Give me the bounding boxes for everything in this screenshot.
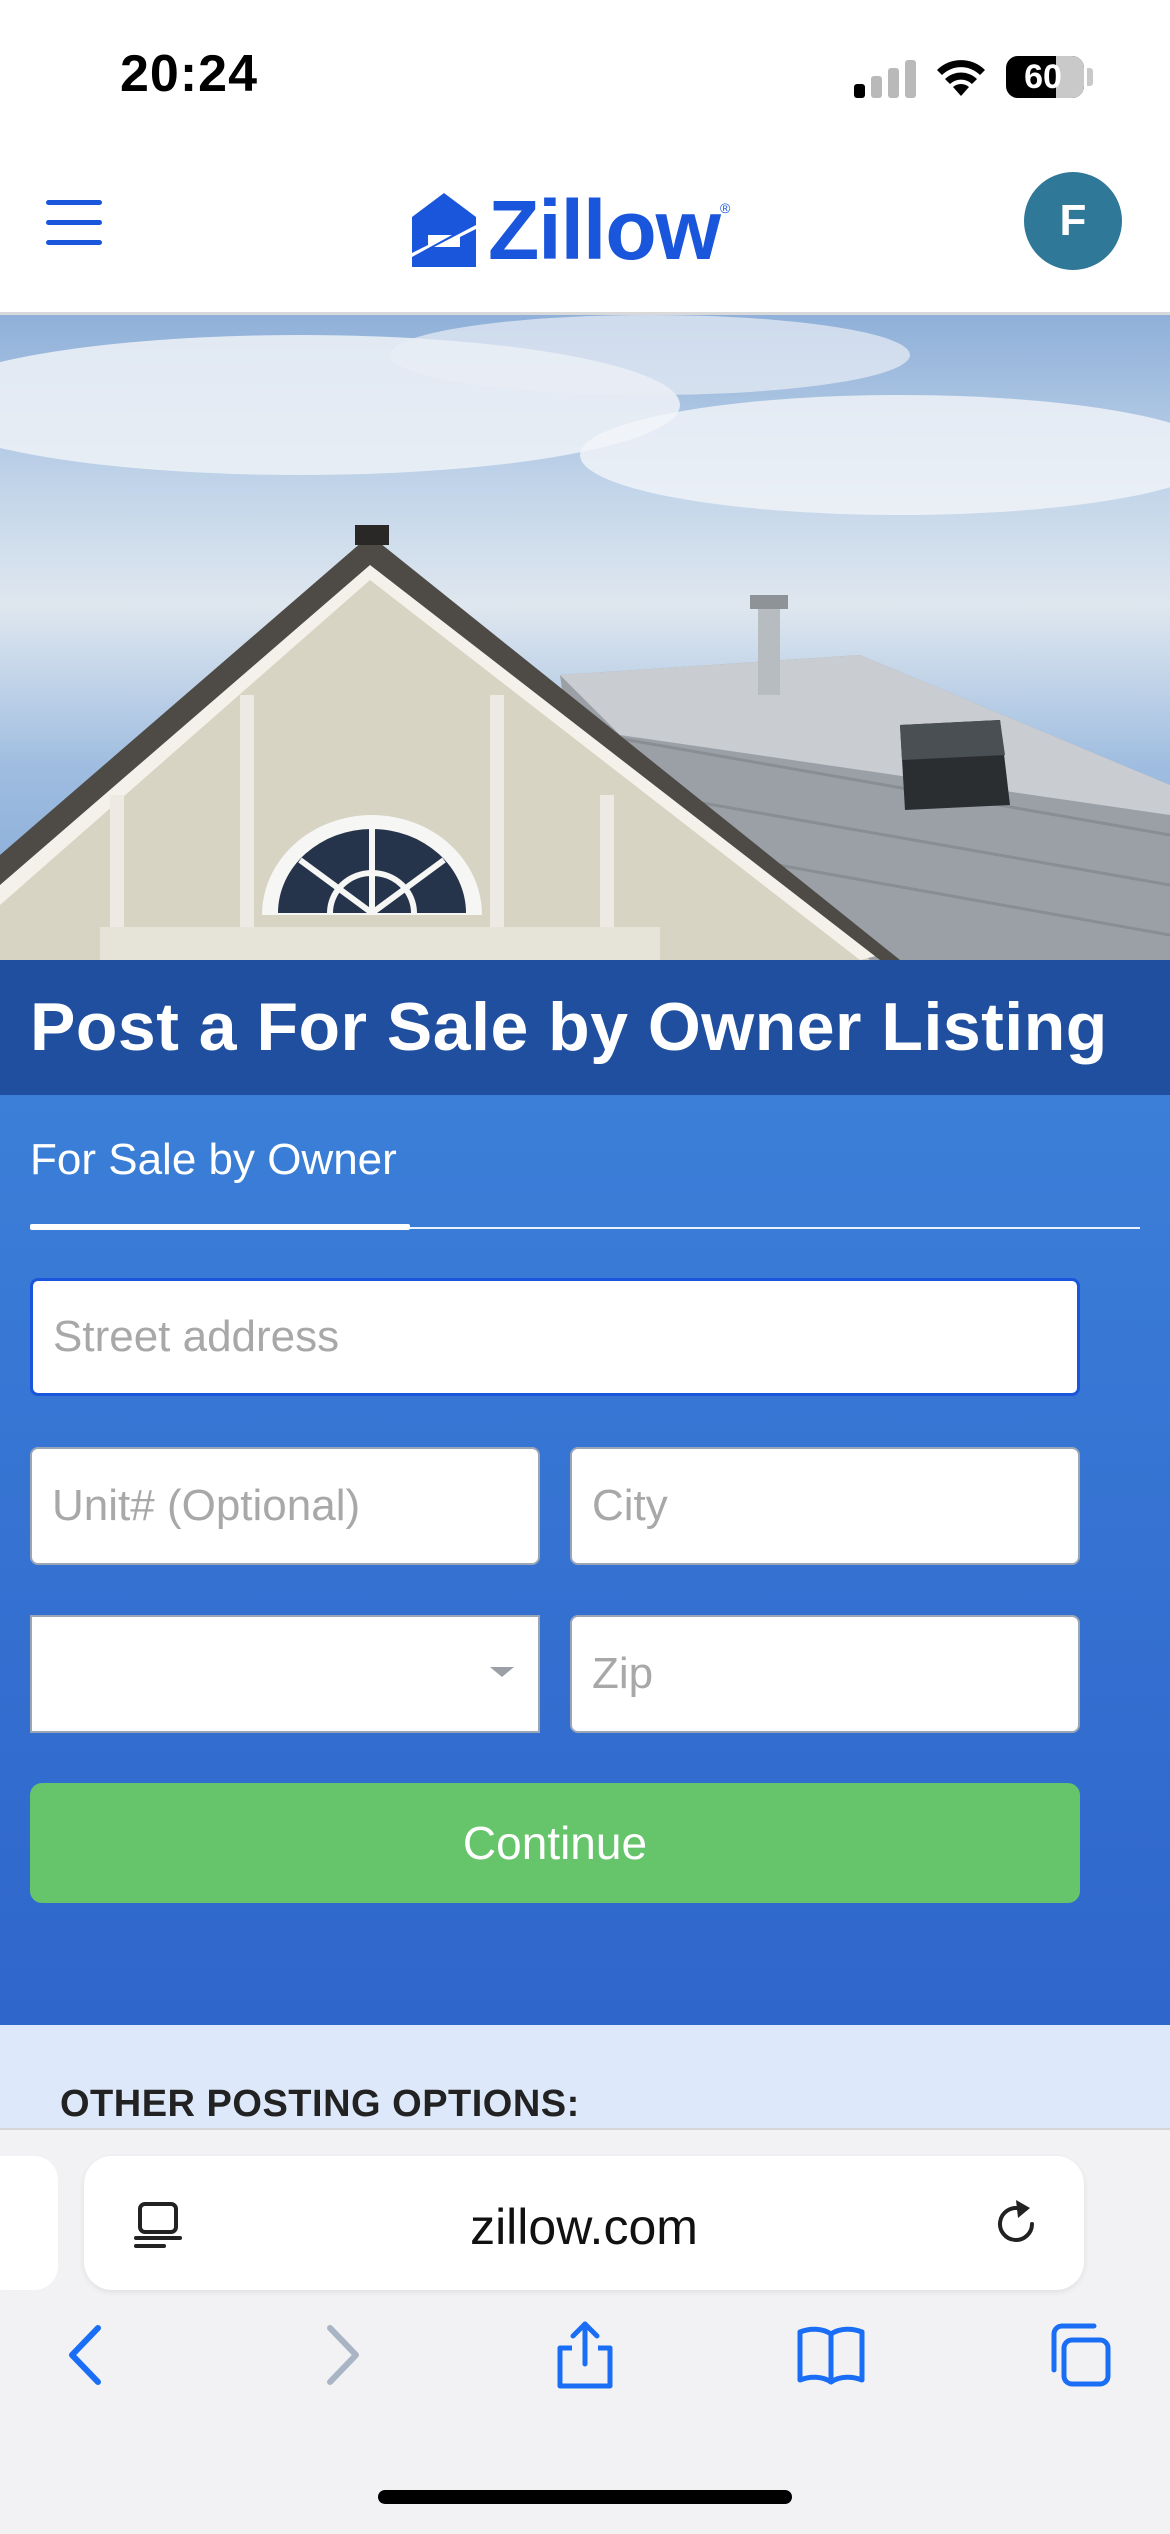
zip-input[interactable] xyxy=(572,1617,1078,1731)
battery-icon: 60 xyxy=(1006,56,1084,98)
back-icon[interactable] xyxy=(52,2320,122,2390)
user-avatar[interactable]: F xyxy=(1024,172,1122,270)
city-input[interactable] xyxy=(572,1449,1078,1563)
unit-input[interactable] xyxy=(32,1449,538,1563)
other-posting-options: OTHER POSTING OPTIONS: xyxy=(0,2025,1170,2130)
wifi-icon xyxy=(937,60,985,96)
battery-level: 60 xyxy=(1024,58,1062,96)
unit-field[interactable] xyxy=(30,1447,540,1565)
street-address-field[interactable] xyxy=(30,1278,1080,1396)
zillow-logo[interactable]: Zillow ® xyxy=(410,180,730,280)
hamburger-menu-icon[interactable] xyxy=(46,200,104,246)
zip-field[interactable] xyxy=(570,1615,1080,1733)
previous-tab-preview[interactable] xyxy=(0,2156,58,2290)
page-title-band: Post a For Sale by Owner Listing xyxy=(0,960,1170,1095)
logo-text: Zillow xyxy=(488,182,721,277)
state-select[interactable] xyxy=(30,1615,540,1733)
continue-button[interactable]: Continue xyxy=(30,1783,1080,1903)
street-address-input[interactable] xyxy=(33,1281,1077,1393)
site-header: Zillow ® F xyxy=(0,150,1170,315)
address-bar[interactable]: zillow.com xyxy=(84,2156,1084,2290)
house-illustration xyxy=(0,315,1170,960)
chevron-down-icon xyxy=(490,1667,514,1677)
other-options-heading: OTHER POSTING OPTIONS: xyxy=(60,2083,580,2125)
share-icon[interactable] xyxy=(550,2320,620,2390)
home-indicator xyxy=(378,2490,792,2504)
tabs-icon[interactable] xyxy=(1044,2320,1114,2390)
page-title: Post a For Sale by Owner Listing xyxy=(30,989,1108,1065)
reload-icon[interactable] xyxy=(990,2198,1042,2250)
active-tab-indicator xyxy=(30,1224,410,1230)
bookmarks-icon[interactable] xyxy=(796,2320,866,2390)
zillow-logo-icon xyxy=(412,193,476,267)
tab-for-sale-by-owner[interactable]: For Sale by Owner xyxy=(30,1135,397,1185)
city-field[interactable] xyxy=(570,1447,1080,1565)
cellular-signal-icon xyxy=(854,58,916,98)
status-time: 20:24 xyxy=(120,45,258,103)
listing-form: For Sale by Owner Continue xyxy=(0,1095,1170,2025)
browser-toolbar: zillow.com xyxy=(0,2128,1170,2534)
forward-icon[interactable] xyxy=(306,2320,376,2390)
hero-house-image xyxy=(0,315,1170,960)
url-text: zillow.com xyxy=(470,2199,698,2255)
status-bar: 20:24 60 xyxy=(0,0,1170,150)
